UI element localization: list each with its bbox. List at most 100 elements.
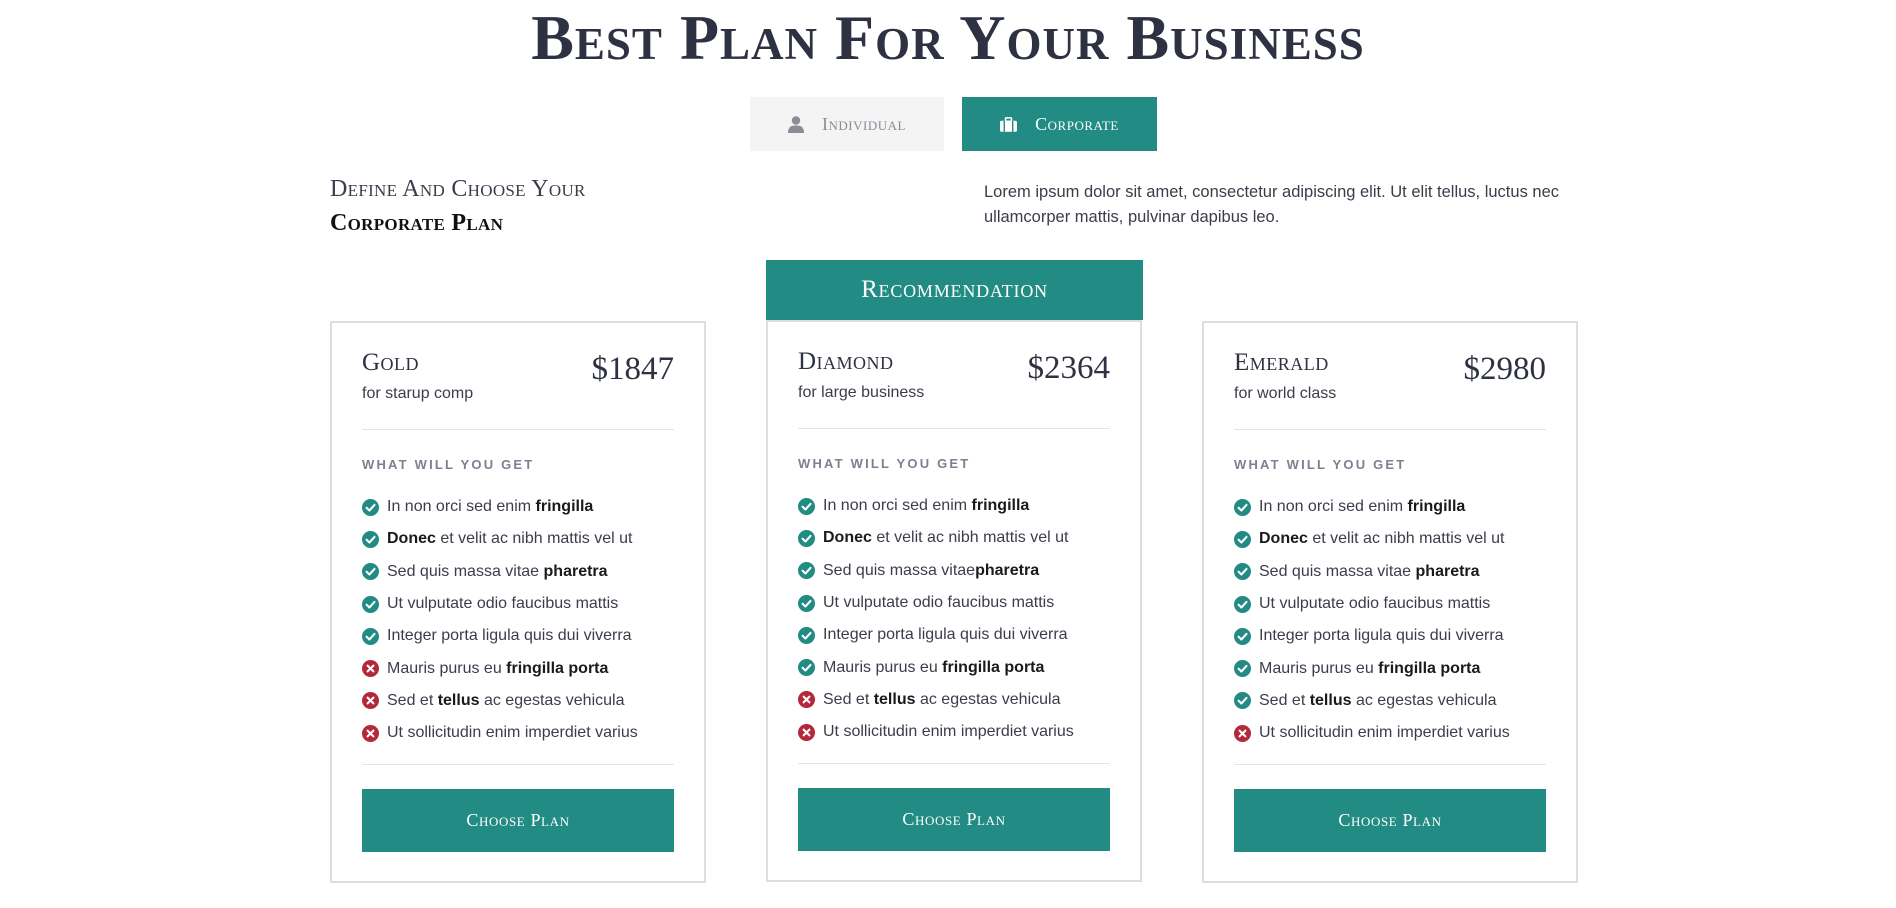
check-circle-icon: [1234, 595, 1251, 613]
user-icon: [788, 115, 805, 133]
feature-item: Sed quis massa vitae pharetra: [1234, 556, 1510, 588]
feature-text-part: Sed quis massa vitae: [1259, 562, 1416, 580]
feature-text-bold: pharetra: [543, 562, 608, 580]
x-circle-icon: [362, 692, 379, 710]
tab-individual[interactable]: Individual: [750, 97, 944, 151]
feature-item: Sed quis massa vitaepharetra: [798, 555, 1074, 587]
feature-text-part: Sed quis massa vitae: [387, 562, 544, 580]
briefcase-icon: [1000, 116, 1018, 132]
feature-text-part: Mauris purus eu: [1259, 659, 1379, 677]
check-circle-icon: [362, 563, 379, 581]
feature-item: Ut sollicitudin enim imperdiet varius: [1234, 717, 1510, 749]
feature-item: Ut sollicitudin enim imperdiet varius: [362, 717, 638, 749]
features-heading: WHAT WILL YOU GET: [1234, 457, 1407, 472]
plan-card-emerald: Emerald for world class $2980 WHAT WILL YOU…: [1202, 321, 1578, 883]
feature-text-part: Ut sollicitudin enim imperdiet varius: [387, 724, 638, 742]
feature-text: Ut sollicitudin enim imperdiet varius: [823, 723, 1074, 741]
feature-item: Sed et tellus ac egestas vehicula: [1234, 685, 1510, 717]
features-heading: WHAT WILL YOU GET: [798, 456, 971, 471]
feature-text-part: Integer porta ligula quis dui viverra: [1259, 627, 1504, 645]
feature-text-bold: Donec: [387, 530, 436, 548]
feature-text-part: et velit ac nibh mattis vel ut: [1307, 530, 1505, 548]
tab-individual-label: Individual: [822, 113, 906, 134]
feature-item: Mauris purus eu fringilla porta: [798, 651, 1074, 683]
feature-list: In non orci sed enim fringilla Donec et v…: [362, 491, 638, 749]
feature-text-part: et velit ac nibh mattis vel ut: [435, 530, 633, 548]
recommendation-banner: Recommendation: [766, 260, 1143, 320]
feature-text-part: Ut vulputate odio faucibus mattis: [1259, 595, 1491, 613]
feature-item: Sed quis massa vitae pharetra: [362, 556, 638, 588]
check-circle-icon: [1234, 563, 1251, 581]
features-heading: WHAT WILL YOU GET: [362, 457, 535, 472]
feature-item: Integer porta ligula quis dui viverra: [362, 620, 638, 652]
feature-text-part: Ut sollicitudin enim imperdiet varius: [1259, 724, 1510, 742]
section-heading-line1: Define And Choose Your: [330, 176, 586, 202]
x-circle-icon: [1234, 724, 1251, 742]
feature-text: Ut vulputate odio faucibus mattis: [387, 595, 618, 613]
feature-text-part: Ut vulputate odio faucibus mattis: [387, 595, 619, 613]
feature-item: Donec et velit ac nibh mattis vel ut: [798, 522, 1074, 554]
section-heading-line2: Corporate Plan: [330, 210, 504, 236]
x-circle-icon: [362, 724, 379, 742]
feature-text-part: Integer porta ligula quis dui viverra: [823, 626, 1068, 644]
feature-text-part: Sed et: [823, 690, 874, 708]
feature-text: In non orci sed enim fringilla: [387, 498, 593, 516]
feature-text: Sed quis massa vitae pharetra: [1259, 563, 1480, 581]
divider: [1234, 764, 1546, 765]
feature-text-part: Sed et: [387, 691, 438, 709]
feature-item: Ut vulputate odio faucibus mattis: [362, 588, 638, 620]
choose-plan-button[interactable]: Choose Plan: [1234, 789, 1546, 852]
feature-text-bold: fringilla: [1407, 498, 1466, 516]
feature-text: Donec et velit ac nibh mattis vel ut: [823, 529, 1068, 547]
feature-text-part: Mauris purus eu: [823, 658, 943, 676]
divider: [798, 428, 1110, 429]
feature-list: In non orci sed enim fringilla Donec et v…: [798, 490, 1074, 748]
feature-text: Ut sollicitudin enim imperdiet varius: [1259, 724, 1510, 742]
choose-plan-button[interactable]: Choose Plan: [798, 788, 1110, 851]
tab-corporate-label: Corporate: [1035, 113, 1119, 134]
feature-list: In non orci sed enim fringilla Donec et v…: [1234, 491, 1510, 749]
page-title: Best Plan For Your Business: [531, 2, 1365, 73]
feature-text-bold: Donec: [1259, 530, 1308, 548]
feature-text-bold: fringilla porta: [506, 659, 609, 677]
feature-text-bold: pharetra: [975, 561, 1040, 579]
feature-item: Mauris purus eu fringilla porta: [1234, 652, 1510, 684]
feature-text-bold: tellus: [873, 690, 916, 708]
feature-text-part: Sed quis massa vitae: [823, 561, 976, 579]
feature-text-part: In non orci sed enim: [823, 497, 972, 515]
plan-card-diamond: Diamond for large business $2364 WHAT WILL …: [766, 320, 1142, 882]
feature-text: Sed et tellus ac egestas vehicula: [1259, 692, 1496, 710]
feature-text-bold: fringilla porta: [1378, 659, 1481, 677]
feature-text: Sed quis massa vitaepharetra: [823, 562, 1039, 580]
plan-subtitle: for large business: [798, 384, 925, 401]
feature-text: Ut vulputate odio faucibus mattis: [1259, 595, 1490, 613]
feature-text-part: Ut vulputate odio faucibus mattis: [823, 594, 1055, 612]
feature-text-bold: fringilla porta: [942, 658, 1045, 676]
feature-item: Donec et velit ac nibh mattis vel ut: [1234, 523, 1510, 555]
feature-item: Ut vulputate odio faucibus mattis: [798, 587, 1074, 619]
feature-text: Donec et velit ac nibh mattis vel ut: [1259, 530, 1504, 548]
x-circle-icon: [798, 691, 815, 709]
check-circle-icon: [798, 497, 815, 515]
feature-text-bold: tellus: [437, 691, 480, 709]
feature-item: Integer porta ligula quis dui viverra: [1234, 620, 1510, 652]
feature-text-part: ac egestas vehicula: [1351, 691, 1497, 709]
feature-text: Donec et velit ac nibh mattis vel ut: [387, 530, 632, 548]
feature-item: Donec et velit ac nibh mattis vel ut: [362, 523, 638, 555]
feature-text: Ut vulputate odio faucibus mattis: [823, 594, 1054, 612]
feature-text-part: et velit ac nibh mattis vel ut: [871, 529, 1069, 547]
divider: [362, 429, 674, 430]
plan-name: Gold: [362, 349, 420, 376]
feature-text: Integer porta ligula quis dui viverra: [1259, 627, 1504, 645]
choose-plan-button[interactable]: Choose Plan: [362, 789, 674, 852]
divider: [362, 764, 674, 765]
check-circle-icon: [1234, 692, 1251, 710]
check-circle-icon: [362, 595, 379, 613]
check-circle-icon: [1234, 530, 1251, 548]
tab-corporate[interactable]: Corporate: [962, 97, 1157, 151]
intro-text: Lorem ipsum dolor sit amet, consectetur …: [984, 183, 1560, 226]
check-circle-icon: [798, 626, 815, 644]
feature-text: In non orci sed enim fringilla: [1259, 498, 1465, 516]
plan-price: $1847: [591, 351, 675, 387]
check-circle-icon: [798, 659, 815, 677]
